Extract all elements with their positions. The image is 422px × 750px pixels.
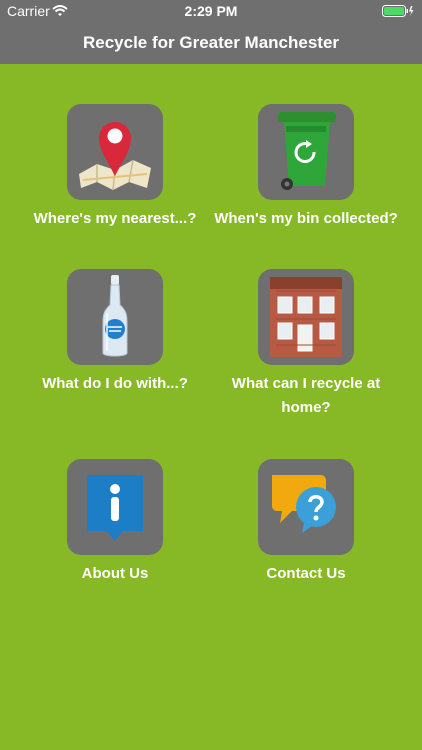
speech-bubbles-icon: [272, 475, 336, 533]
contact-us-button[interactable]: [258, 459, 354, 555]
battery-icon: [382, 4, 414, 20]
recycle-at-home-label-line2: home?: [281, 399, 331, 416]
bottle-icon: [102, 275, 128, 357]
clock: 2:29 PM: [184, 3, 238, 19]
bin-collection-label: When's my bin collected?: [214, 210, 398, 227]
recycle-at-home-button[interactable]: [258, 269, 354, 365]
status-bar: Carrier 2:29 PM: [0, 0, 422, 22]
about-us-button[interactable]: [67, 459, 163, 555]
page-title: Recycle for Greater Manchester: [82, 33, 340, 52]
nav-bar: Recycle for Greater Manchester: [0, 22, 422, 64]
house-icon: [270, 277, 342, 357]
wheelie-bin-icon: [278, 112, 336, 190]
what-do-i-do-label: What do I do with...?: [42, 375, 188, 392]
contact-us-label: Contact Us: [266, 565, 346, 582]
about-us-label: About Us: [81, 565, 149, 582]
bin-collection-button[interactable]: [258, 104, 354, 200]
recycle-at-home-label: What can I recycle at home?: [210, 372, 402, 420]
nearest-button[interactable]: [67, 104, 163, 200]
info-icon: [87, 475, 143, 541]
nearest-label: Where's my nearest...?: [33, 210, 197, 227]
what-do-i-do-button[interactable]: [67, 269, 163, 365]
map-pin-icon: [79, 122, 151, 191]
recycle-at-home-label-line1: What can I recycle at: [231, 375, 381, 392]
